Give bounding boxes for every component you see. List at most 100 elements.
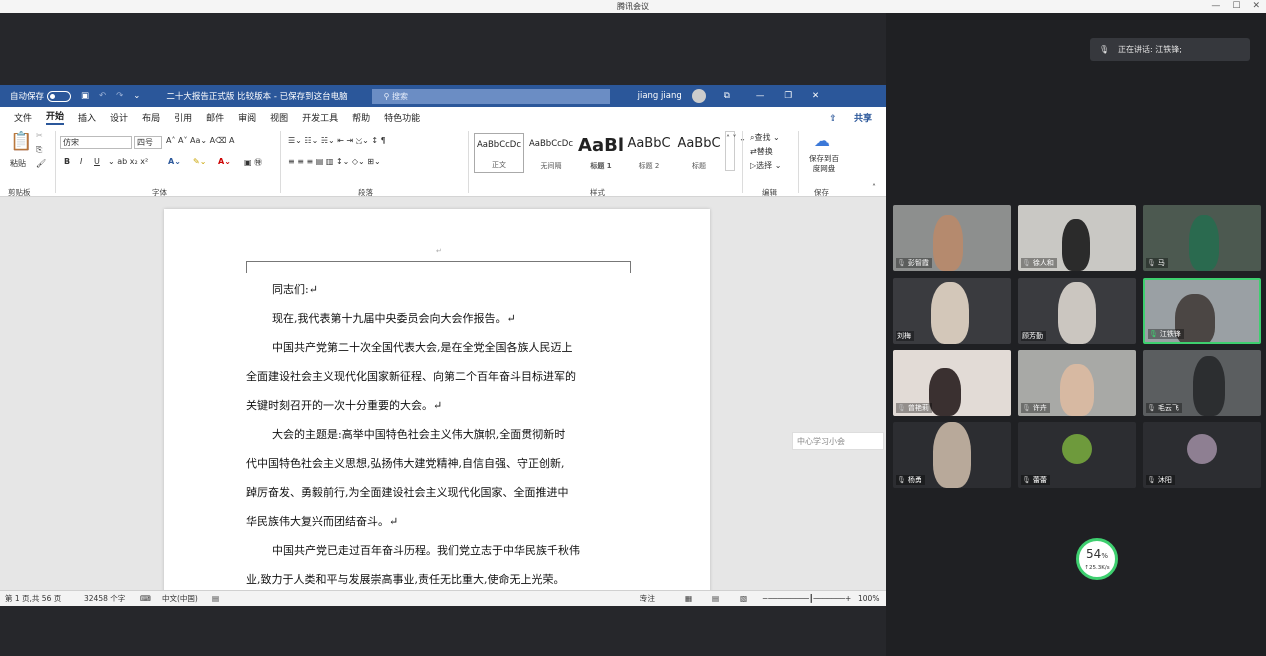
style-normal[interactable]: AaBbCcDc 正文 (474, 133, 524, 173)
participant-tile[interactable]: 顾芳勤 (1018, 278, 1136, 344)
redo-icon[interactable]: ↷ (116, 91, 123, 101)
participant-name: 顾芳勤 (1021, 331, 1046, 341)
close-button[interactable]: ✕ (1252, 0, 1260, 13)
zoom-level[interactable]: 100% (858, 591, 879, 606)
paste-icon[interactable]: 📋 (10, 131, 32, 152)
participant-tile[interactable]: 🎙 许卉 (1018, 350, 1136, 416)
participant-tile[interactable]: 🎙 毛云飞 (1143, 350, 1261, 416)
proofing-icon[interactable]: ⌨ (140, 591, 151, 606)
tab-file[interactable]: 文件 (14, 111, 32, 124)
style-label: 无间隔 (540, 162, 562, 170)
video-feed (933, 215, 963, 271)
style-label: 标题 1 (590, 162, 612, 170)
share-button[interactable]: ⇪ 共享 (815, 111, 872, 124)
participant-tile[interactable]: 刘梅 (893, 278, 1011, 344)
ribbon-home: 📋 粘贴 ✂ ⎘ 🖌 剪贴板 仿宋 四号 A˄ A˅ Aa⌄ A⌫ A B I … (0, 127, 886, 197)
participant-tile[interactable]: 🎙 杨勇 (893, 422, 1011, 488)
tab-review[interactable]: 审阅 (238, 111, 256, 124)
participant-tile-active[interactable]: 🎙 江铁锋 (1143, 278, 1261, 344)
save-baidu-button[interactable]: 保存到百度网盘 (806, 154, 842, 174)
customize-icon[interactable]: ⌄ (133, 91, 140, 101)
underline-icon[interactable]: U (94, 157, 100, 166)
tab-insert[interactable]: 插入 (78, 111, 96, 124)
participant-tile[interactable]: 🎙 彭智霞 (893, 205, 1011, 271)
ribbon-display-icon[interactable]: ⧉ (724, 91, 730, 101)
find-button[interactable]: ⌕查找 ⌄ (750, 132, 780, 143)
search-box[interactable]: ⚲ 搜索 (371, 88, 610, 104)
style-preview: AaBbC (677, 136, 721, 151)
undo-icon[interactable]: ↶ (99, 91, 106, 101)
participant-name: 🎙 徐人和 (1021, 258, 1057, 268)
autosave-toggle[interactable]: 自动保存 (10, 90, 72, 102)
tab-references[interactable]: 引用 (174, 111, 192, 124)
font-color-icon[interactable]: A⌄ (218, 157, 231, 166)
participant-tile[interactable]: 🎙 曾艳莉 (893, 350, 1011, 416)
participant-tile[interactable]: 🎙 蕾蕾 (1018, 422, 1136, 488)
styles-scroll-icon[interactable]: ˄ ˅ ⌄ (725, 131, 746, 171)
baidu-cloud-icon[interactable]: ☁ (814, 131, 830, 150)
tab-help[interactable]: 帮助 (352, 111, 370, 124)
tab-features[interactable]: 特色功能 (384, 111, 420, 124)
maximize-button[interactable]: ☐ (1232, 0, 1240, 13)
highlight-icon[interactable]: ✎⌄ (193, 157, 206, 166)
participant-tile[interactable]: 🎙 马 (1143, 205, 1261, 271)
minimize-button[interactable]: — (1211, 0, 1220, 13)
tab-design[interactable]: 设计 (110, 111, 128, 124)
network-speed: ↑25.3K/s (1084, 565, 1110, 571)
tab-developer[interactable]: 开发工具 (302, 111, 338, 124)
tab-home[interactable]: 开始 (46, 109, 65, 125)
video-feed (931, 282, 969, 344)
style-heading-2[interactable]: AaBbC 标题 2 (624, 133, 674, 173)
language[interactable]: 中文(中国) (162, 591, 198, 606)
zoom-slider[interactable]: −─────────┃───────+ (762, 591, 851, 606)
page-count[interactable]: 第 1 页,共 56 页 (5, 591, 61, 606)
bullets-icon[interactable]: ☰⌄ ☷⌄ ☵⌄ ⇤ ⇥ ⤩⌄ ↕ ¶ (288, 136, 386, 146)
tab-view[interactable]: 视图 (270, 111, 288, 124)
document-page[interactable]: ↵ 同志们:↵ 现在,我代表第十九届中央委员会向大会作报告。↵ 中国共产党第二十… (164, 209, 710, 594)
focus-label: 专注 (640, 594, 655, 603)
format-painter-icon[interactable]: 🖌 (36, 159, 46, 168)
doc-title[interactable]: 二十大报告正式版 比较版本 - 已保存到这台电脑 (166, 90, 347, 102)
replace-label: 替换 (756, 147, 773, 156)
word-count[interactable]: 32458 个字 (84, 591, 125, 606)
avatar[interactable] (691, 89, 706, 103)
style-title[interactable]: AaBbC 标题 (674, 133, 724, 173)
mic-icon: 🎙 (897, 476, 906, 484)
participant-label: 杨勇 (907, 476, 922, 484)
select-button[interactable]: ▷选择 ⌄ (750, 160, 781, 171)
grow-font-icon[interactable]: A˄ A˅ Aa⌄ A⌫ A (166, 136, 234, 145)
style-heading-1[interactable]: AaBl 标题 1 (576, 133, 626, 173)
watermark: 中心学习小会 (792, 432, 884, 450)
copy-icon[interactable]: ⎘ (36, 145, 42, 155)
tab-layout[interactable]: 布局 (142, 111, 160, 124)
web-layout-icon[interactable]: ▧ (740, 591, 747, 606)
cut-icon[interactable]: ✂ (36, 131, 43, 140)
word-close-icon[interactable]: ✕ (812, 91, 819, 101)
window-controls: — ☐ ✕ (1211, 0, 1260, 13)
strikethrough-icon[interactable]: ⌄ ab x₂ x² (108, 157, 148, 166)
font-size-select[interactable]: 四号 (134, 136, 162, 149)
read-mode-icon[interactable]: ▦ (685, 591, 692, 606)
accessibility-icon[interactable]: ▤ (212, 591, 219, 606)
word-minimize-icon[interactable]: — (756, 91, 765, 101)
collapse-ribbon-icon[interactable]: ˄ (872, 183, 876, 192)
user-name[interactable]: jiang jiang (638, 91, 682, 101)
replace-button[interactable]: ⇄替换 (750, 146, 773, 157)
char-shading-icon[interactable]: ▣ ㊕ (244, 157, 262, 168)
italic-icon[interactable]: I (80, 157, 82, 166)
tab-mailings[interactable]: 邮件 (206, 111, 224, 124)
style-no-spacing[interactable]: AaBbCcDc 无间隔 (526, 133, 576, 173)
print-layout-icon[interactable]: ▤ (712, 591, 719, 606)
participant-tile[interactable]: 🎙 沐阳 (1143, 422, 1261, 488)
word-restore-icon[interactable]: ❐ (784, 91, 792, 101)
bold-icon[interactable]: B (64, 157, 70, 166)
divider (798, 131, 799, 193)
save-icon[interactable]: ▣ (81, 91, 89, 101)
network-indicator[interactable]: 54% ↑25.3K/s (1076, 538, 1118, 580)
align-icon[interactable]: ≡ ≡ ≡ ▤ ▥ ↕⌄ ◇⌄ ⊞⌄ (288, 157, 381, 166)
font-name-select[interactable]: 仿宋 (60, 136, 132, 149)
participant-tile[interactable]: 🎙 徐人和 (1018, 205, 1136, 271)
participant-name: 🎙 江铁锋 (1148, 329, 1184, 339)
paste-button[interactable]: 粘贴 (10, 158, 26, 169)
text-effects-icon[interactable]: A⌄ (168, 157, 181, 166)
